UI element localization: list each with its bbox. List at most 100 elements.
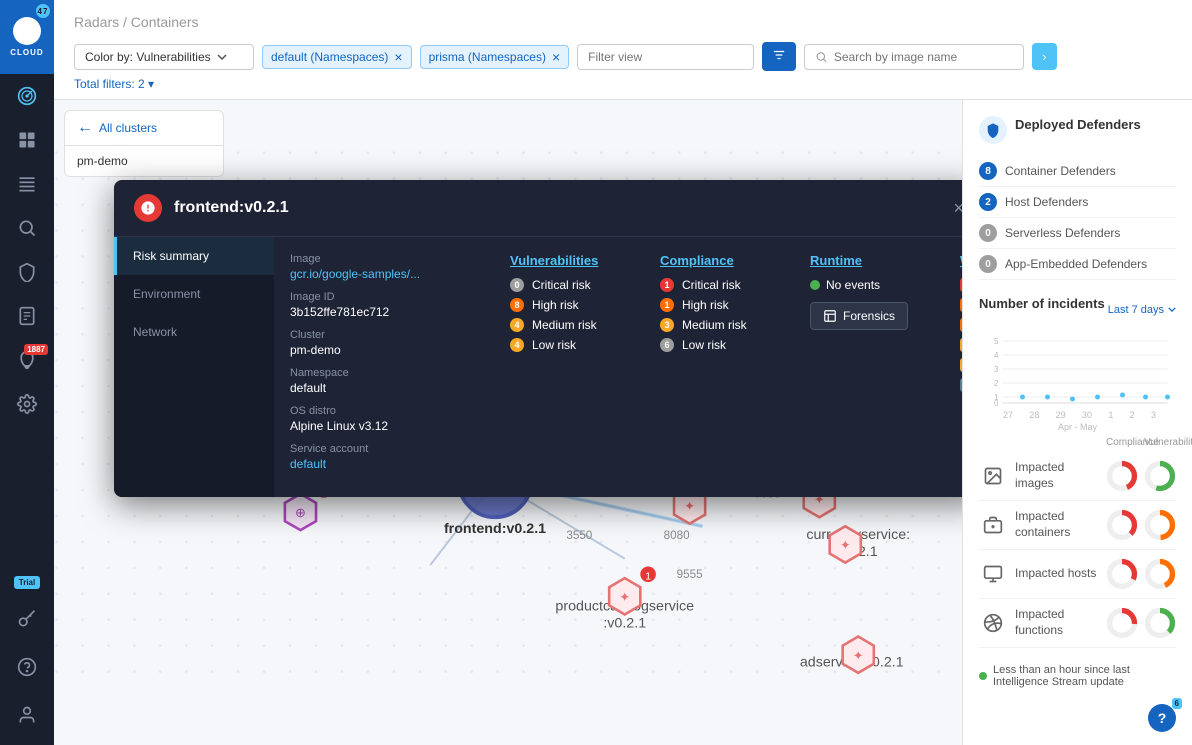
waas-row-0: 2413 Request An...	[960, 278, 962, 292]
svg-text:1: 1	[645, 571, 651, 582]
cluster-panel: ← All clusters pm-demo	[64, 110, 224, 177]
cluster-item-pm-demo[interactable]: pm-demo	[65, 146, 223, 176]
impact-containers-icon	[979, 511, 1007, 539]
waas-row-1: 406 HTTP Libraries	[960, 298, 962, 312]
filter-tag-default-close[interactable]: ×	[394, 50, 402, 64]
filter-tag-prisma: prisma (Namespaces) ×	[420, 45, 570, 69]
sidebar-item-dashboard[interactable]	[0, 118, 54, 162]
sidebar-item-key[interactable]	[0, 597, 54, 641]
search-input[interactable]	[834, 50, 1013, 64]
main-content: Radars / Containers Color by: Vulnerabil…	[54, 0, 1192, 745]
waas-count-4: 133	[960, 358, 962, 372]
sidebar-item-list[interactable]	[0, 162, 54, 206]
sidebar-logo[interactable]: 47 ClouD	[0, 0, 54, 74]
forensics-button[interactable]: Forensics	[810, 302, 908, 330]
incidents-section: Number of incidents Last 7 days	[979, 296, 1176, 421]
sidebar-item-search[interactable]	[0, 206, 54, 250]
waas-row-4: 133 Local File Inc...	[960, 358, 962, 372]
defender-host-badge: 2	[979, 193, 997, 211]
defender-container: 8 Container Defenders	[979, 156, 1176, 187]
sidebar-item-settings[interactable]	[0, 382, 54, 426]
nav-arrow-button[interactable]: ›	[1032, 43, 1056, 70]
modal-sidebar: Risk summary Environment Network	[114, 237, 274, 497]
help-button-wrap: 6 ?	[979, 704, 1176, 732]
sidebar-item-radar[interactable]	[0, 74, 54, 118]
sidebar-item-report[interactable]	[0, 294, 54, 338]
impact-functions-label: Impacted functions	[1015, 607, 1098, 638]
header-controls: Color by: Vulnerabilities default (Names…	[74, 42, 1172, 71]
intel-dot	[979, 672, 987, 680]
info-image-id: Image ID 3b152ffe781ec712	[290, 291, 490, 319]
hosts-vuln-donut	[1144, 558, 1176, 590]
cloud-logo-icon	[13, 17, 41, 45]
filter-tag-prisma-close[interactable]: ×	[552, 50, 560, 64]
trial-badge: Trial	[14, 576, 40, 589]
help-button[interactable]: 6 ?	[1148, 704, 1176, 732]
color-by-dropdown[interactable]: Color by: Vulnerabilities	[74, 44, 254, 70]
total-filters[interactable]: Total filters: 2 ▾	[74, 71, 1172, 99]
impact-hosts-donuts	[1106, 558, 1176, 590]
filter-button[interactable]	[762, 42, 796, 71]
modal-title: frontend:v0.2.1	[174, 199, 941, 217]
waas-section: WAAS 2413 Request An... 406 HTTP Librari…	[960, 253, 962, 481]
svg-text:0: 0	[994, 399, 999, 408]
defender-serverless-badge: 0	[979, 224, 997, 242]
header: Radars / Containers Color by: Vulnerabil…	[54, 0, 1192, 100]
svg-text:✦: ✦	[853, 648, 864, 663]
modal-container: frontend:v0.2.1 × Risk summary Environme…	[114, 180, 962, 497]
modal-close-button[interactable]: ×	[953, 198, 962, 219]
comp-low: 6 Low risk	[660, 338, 790, 352]
functions-vuln-donut	[1144, 607, 1176, 639]
vuln-critical: 0 Critical risk	[510, 278, 640, 292]
comp-medium-dot: 3	[660, 318, 674, 332]
vuln-low: 4 Low risk	[510, 338, 640, 352]
svg-text:5: 5	[994, 337, 999, 346]
svg-text:9555: 9555	[677, 568, 703, 581]
high-dot: 8	[510, 298, 524, 312]
svg-text:frontend:v0.2.1: frontend:v0.2.1	[444, 521, 546, 537]
modal-content: Image gcr.io/google-samples/... Image ID…	[274, 237, 962, 497]
right-panel: Deployed Defenders 8 Container Defenders…	[962, 100, 1192, 745]
compliance-section: Compliance 1 Critical risk 1 High risk	[660, 253, 790, 481]
low-dot: 4	[510, 338, 524, 352]
svg-text::v0.2.1: :v0.2.1	[603, 615, 646, 631]
defenders-header: Deployed Defenders	[979, 116, 1176, 144]
modal-sidebar-environment[interactable]: Environment	[114, 275, 274, 313]
period-select[interactable]: Last 7 days	[1108, 304, 1176, 316]
info-image: Image gcr.io/google-samples/...	[290, 253, 490, 281]
chart-x-labels: 27282930123	[979, 410, 1176, 420]
intel-update: Less than an hour since last Intelligenc…	[979, 656, 1176, 696]
comp-high: 1 High risk	[660, 298, 790, 312]
info-section: Image gcr.io/google-samples/... Image ID…	[290, 253, 490, 481]
sidebar-item-shield[interactable]	[0, 250, 54, 294]
defender-app-badge: 0	[979, 255, 997, 273]
impact-functions-row: Impacted functions	[979, 599, 1176, 648]
vulnerabilities-title[interactable]: Vulnerabilities	[510, 253, 640, 268]
filter-view-input[interactable]	[577, 44, 754, 70]
sidebar-item-help[interactable]	[0, 645, 54, 689]
impact-containers-label: Impacted containers	[1015, 509, 1098, 540]
compliance-title[interactable]: Compliance	[660, 253, 790, 268]
comp-critical-dot: 1	[660, 278, 674, 292]
vuln-medium: 4 Medium risk	[510, 318, 640, 332]
modal-sidebar-network[interactable]: Network	[114, 313, 274, 351]
runtime-no-events: No events	[810, 278, 940, 292]
search-wrap	[804, 44, 1024, 70]
info-os-distro: OS distro Alpine Linux v3.12	[290, 405, 490, 433]
filter-tag-default: default (Namespaces) ×	[262, 45, 412, 69]
info-namespace: Namespace default	[290, 367, 490, 395]
runtime-section: Runtime No events Forensics	[810, 253, 940, 481]
sidebar-item-user[interactable]	[0, 693, 54, 737]
sidebar-item-alert[interactable]: 1887	[0, 338, 54, 382]
svg-text:4: 4	[994, 351, 999, 360]
hosts-compliance-donut	[1106, 558, 1138, 590]
defender-host: 2 Host Defenders	[979, 187, 1176, 218]
modal-sidebar-risk-summary[interactable]: Risk summary	[114, 237, 274, 275]
runtime-title[interactable]: Runtime	[810, 253, 940, 268]
incidents-title: Number of incidents	[979, 296, 1105, 311]
waas-title[interactable]: WAAS	[960, 253, 962, 268]
all-clusters-link[interactable]: ← All clusters	[65, 111, 223, 146]
comp-low-dot: 6	[660, 338, 674, 352]
svg-text:8080: 8080	[664, 529, 690, 542]
modal-body: Risk summary Environment Network Image g…	[114, 237, 962, 497]
